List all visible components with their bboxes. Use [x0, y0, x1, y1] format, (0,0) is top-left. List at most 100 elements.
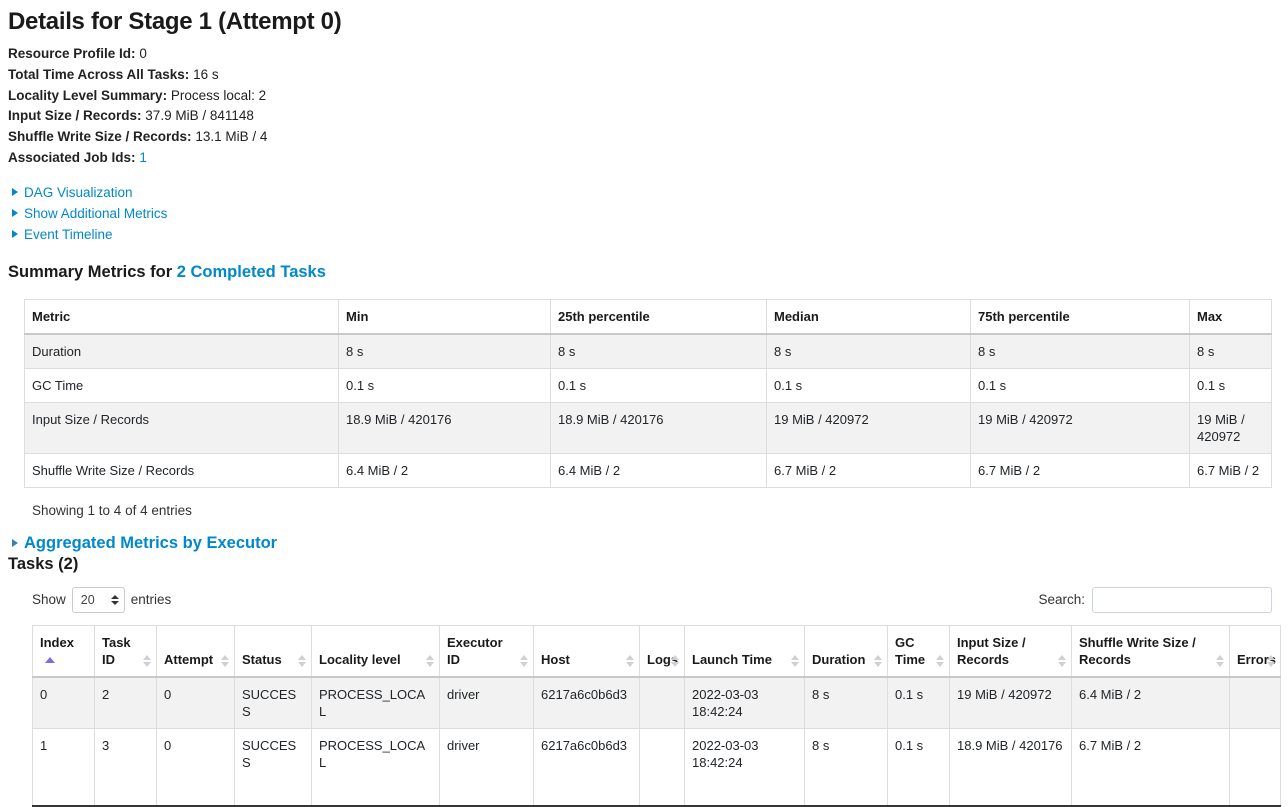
- task-cell-gc-time: 0.1 s: [887, 676, 950, 729]
- summary-cell-p75: 0.1 s: [970, 367, 1190, 403]
- table-row: GC Time 0.1 s 0.1 s 0.1 s 0.1 s 0.1 s: [24, 367, 1272, 403]
- associated-job-id-link[interactable]: 1: [139, 150, 147, 165]
- expand-event-timeline[interactable]: Event Timeline: [8, 224, 1280, 245]
- chevron-right-icon: [12, 208, 18, 217]
- dag-visualization-link[interactable]: DAG Visualization: [24, 185, 133, 200]
- tasks-col-logs[interactable]: Logs: [639, 624, 685, 678]
- tasks-heading: Tasks (2): [8, 554, 79, 573]
- tasks-col-status[interactable]: Status: [234, 624, 312, 678]
- search-input[interactable]: [1092, 586, 1272, 613]
- task-cell-launch-time: 2022-03-03 18:42:24: [684, 676, 805, 729]
- task-cell-shuffle-write-size-records: 6.7 MiB / 2: [1071, 727, 1230, 807]
- entries-label: entries: [130, 592, 172, 608]
- table-row: Duration 8 s 8 s 8 s 8 s 8 s: [24, 333, 1272, 369]
- stage-info-item: Shuffle Write Size / Records: 13.1 MiB /…: [8, 127, 1280, 148]
- summary-col-max: Max: [1189, 298, 1272, 335]
- task-cell-shuffle-write-size-records: 6.4 MiB / 2: [1071, 676, 1230, 729]
- summary-cell-p75: 8 s: [970, 333, 1190, 369]
- task-cell-logs: [639, 676, 685, 729]
- summary-metrics-table-head: Metric Min 25th percentile Median 75th p…: [24, 298, 1272, 335]
- stage-info-label: Associated Job Ids:: [8, 149, 136, 165]
- summary-cell-max: 19 MiB / 420972: [1189, 401, 1272, 454]
- task-cell-input-size-records: 19 MiB / 420972: [949, 676, 1072, 729]
- task-cell-host: 6217a6c0b6d3: [533, 676, 640, 729]
- summary-metrics-table: Metric Min 25th percentile Median 75th p…: [24, 298, 1272, 488]
- tasks-table-head: Index Task ID Attempt Status Locality le…: [32, 624, 1281, 678]
- page-length-select-wrap: 20 40 60 100 All: [71, 586, 125, 613]
- summary-cell-p25: 6.4 MiB / 2: [550, 452, 767, 488]
- show-additional-metrics-link[interactable]: Show Additional Metrics: [24, 206, 167, 221]
- tasks-col-launch-time-label: Launch Time: [692, 651, 772, 667]
- tasks-table-controls: Show 20 40 60 100 All entries Search:: [8, 586, 1280, 617]
- tasks-col-gc-time[interactable]: GC Time: [887, 624, 950, 678]
- summary-cell-median: 6.7 MiB / 2: [766, 452, 971, 488]
- tasks-search-control: Search:: [1038, 586, 1272, 613]
- summary-metrics-header-row: Metric Min 25th percentile Median 75th p…: [24, 298, 1272, 335]
- summary-col-p75: 75th percentile: [970, 298, 1190, 335]
- tasks-table: Index Task ID Attempt Status Locality le…: [32, 624, 1281, 807]
- summary-metrics-title-prefix: Summary Metrics for: [8, 262, 173, 281]
- summary-cell-max: 6.7 MiB / 2: [1189, 452, 1272, 488]
- task-cell-errors: [1229, 727, 1281, 807]
- summary-col-p25: 25th percentile: [550, 298, 767, 335]
- tasks-col-input-size-records[interactable]: Input Size / Records: [949, 624, 1072, 678]
- stage-info-item: Associated Job Ids: 1: [8, 148, 1280, 169]
- stage-info-value: 0: [139, 46, 147, 61]
- stage-info-item: Locality Level Summary: Process local: 2: [8, 86, 1280, 107]
- task-cell-duration: 8 s: [804, 727, 888, 807]
- task-cell-launch-time: 2022-03-03 18:42:24: [684, 727, 805, 807]
- tasks-col-host[interactable]: Host: [533, 624, 640, 678]
- sort-updown-icon: [520, 654, 528, 667]
- stage-info-list: Resource Profile Id: 0 Total Time Across…: [8, 44, 1280, 169]
- expand-dag-visualization[interactable]: DAG Visualization: [8, 182, 1280, 203]
- summary-cell-p25: 8 s: [550, 333, 767, 369]
- summary-cell-min: 8 s: [338, 333, 551, 369]
- task-cell-status: SUCCESS: [234, 727, 312, 807]
- tasks-table-body: 0 2 0 SUCCESS PROCESS_LOCAL driver 6217a…: [32, 676, 1281, 807]
- page-length-label: Show 20 40 60 100 All entries: [32, 586, 172, 613]
- page-title: Details for Stage 1 (Attempt 0): [8, 8, 342, 35]
- tasks-col-locality-level-label: Locality level: [319, 651, 401, 667]
- table-row: Input Size / Records 18.9 MiB / 420176 1…: [24, 401, 1272, 454]
- tasks-col-errors[interactable]: Errors: [1229, 624, 1281, 678]
- tasks-col-duration[interactable]: Duration: [804, 624, 888, 678]
- summary-cell-p25: 0.1 s: [550, 367, 767, 403]
- summary-cell-median: 8 s: [766, 333, 971, 369]
- stage-info-label: Shuffle Write Size / Records:: [8, 129, 192, 145]
- tasks-col-executor-id[interactable]: Executor ID: [439, 624, 534, 678]
- page-length-select[interactable]: 20 40 60 100 All: [71, 586, 125, 613]
- sort-updown-icon: [143, 654, 151, 667]
- task-cell-executor-id: driver: [439, 676, 534, 729]
- summary-cell-min: 18.9 MiB / 420176: [338, 401, 551, 454]
- expand-show-additional-metrics[interactable]: Show Additional Metrics: [8, 203, 1280, 224]
- summary-col-min: Min: [338, 298, 551, 335]
- summary-cell-p75: 6.7 MiB / 2: [970, 452, 1190, 488]
- completed-tasks-link[interactable]: 2 Completed Tasks: [177, 263, 326, 281]
- tasks-col-task-id[interactable]: Task ID: [94, 624, 157, 678]
- tasks-col-index-label: Index: [40, 634, 74, 650]
- stage-info-label: Resource Profile Id:: [8, 46, 136, 61]
- chevron-right-icon: [12, 538, 18, 547]
- summary-entries-info: Showing 1 to 4 of 4 entries: [32, 502, 192, 518]
- tasks-col-shuffle-write-size-records[interactable]: Shuffle Write Size / Records: [1071, 624, 1230, 678]
- summary-col-median: Median: [766, 298, 971, 335]
- tasks-col-index[interactable]: Index: [32, 624, 95, 678]
- tasks-col-launch-time[interactable]: Launch Time: [684, 624, 805, 678]
- tasks-col-attempt[interactable]: Attempt: [156, 624, 235, 678]
- tasks-col-locality-level[interactable]: Locality level: [311, 624, 440, 678]
- summary-cell-p75: 19 MiB / 420972: [970, 401, 1190, 454]
- tasks-col-task-id-label: Task ID: [102, 634, 131, 667]
- table-row: 1 3 0 SUCCESS PROCESS_LOCAL driver 6217a…: [32, 727, 1281, 807]
- task-cell-executor-id: driver: [439, 727, 534, 807]
- expand-aggregated-metrics-by-executor[interactable]: Aggregated Metrics by Executor: [8, 534, 1280, 553]
- aggregated-metrics-link[interactable]: Aggregated Metrics by Executor: [24, 534, 277, 552]
- tasks-col-status-label: Status: [242, 651, 282, 667]
- chevron-right-icon: [12, 187, 18, 196]
- summary-cell-min: 6.4 MiB / 2: [338, 452, 551, 488]
- summary-cell-metric: GC Time: [24, 367, 339, 403]
- chevron-right-icon: [12, 229, 18, 238]
- event-timeline-link[interactable]: Event Timeline: [24, 227, 113, 242]
- expandable-sections: DAG Visualization Show Additional Metric…: [8, 182, 1280, 245]
- tasks-header-row: Index Task ID Attempt Status Locality le…: [32, 624, 1281, 678]
- page-length-control: Show 20 40 60 100 All entries: [32, 586, 172, 613]
